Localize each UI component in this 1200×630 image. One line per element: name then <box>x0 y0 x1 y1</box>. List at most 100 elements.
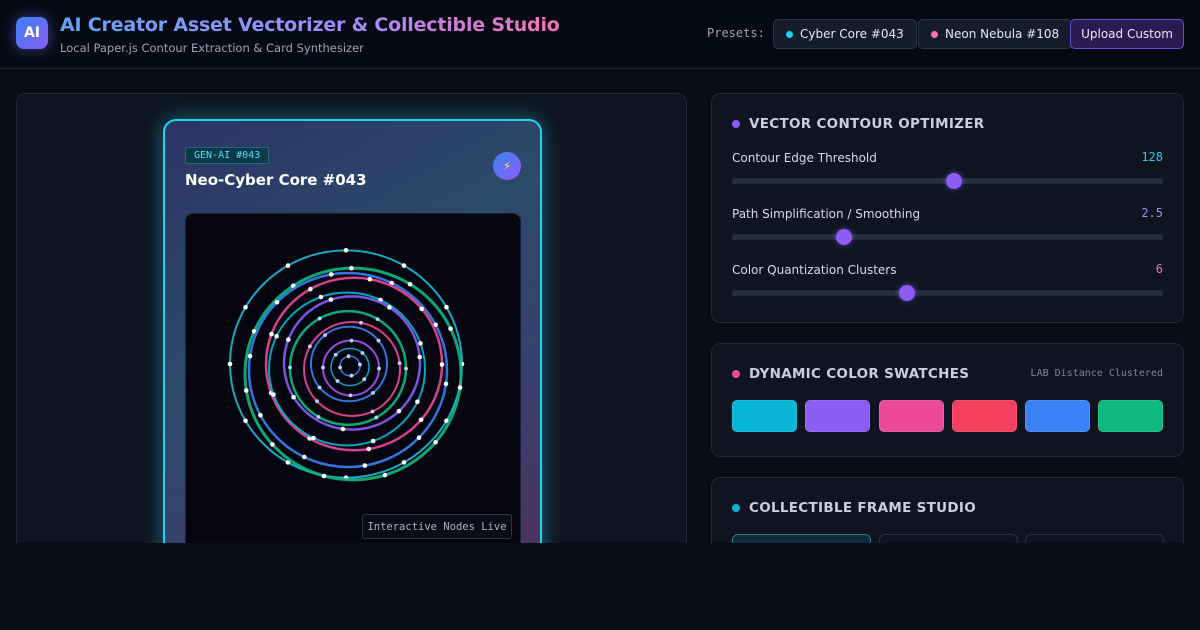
path-node[interactable] <box>343 248 349 253</box>
color-swatch[interactable] <box>1025 400 1090 432</box>
path-node[interactable] <box>335 379 340 383</box>
path-node[interactable] <box>243 304 248 310</box>
contour-threshold-slider[interactable] <box>732 173 1163 189</box>
path-node[interactable] <box>443 381 449 387</box>
path-node[interactable] <box>401 263 407 268</box>
path-node[interactable] <box>407 281 413 287</box>
path-node[interactable] <box>382 472 388 478</box>
slider-value: 6 <box>1155 262 1163 276</box>
path-node[interactable] <box>349 338 354 343</box>
color-swatch[interactable] <box>879 400 944 432</box>
path-node[interactable] <box>315 399 319 404</box>
path-node[interactable] <box>286 337 291 342</box>
path-node[interactable] <box>285 263 291 268</box>
panel-header: VECTOR CONTOUR OPTIMIZER <box>732 116 984 132</box>
path-node[interactable] <box>317 316 322 321</box>
path-node[interactable] <box>360 351 365 355</box>
path-node[interactable] <box>274 333 279 339</box>
path-node[interactable] <box>370 438 376 444</box>
viewport-cutoff <box>0 543 1200 630</box>
color-clusters-slider[interactable] <box>732 285 1163 301</box>
path-node[interactable] <box>349 265 354 271</box>
path-node[interactable] <box>375 317 380 321</box>
path-node[interactable] <box>318 294 324 300</box>
path-node[interactable] <box>270 442 275 447</box>
path-node[interactable] <box>349 373 354 378</box>
path-node[interactable] <box>340 426 346 432</box>
path-node[interactable] <box>448 326 453 331</box>
path-node[interactable] <box>358 362 362 367</box>
path-node[interactable] <box>227 361 233 367</box>
path-node[interactable] <box>328 297 334 302</box>
path-node[interactable] <box>371 391 375 395</box>
path-node[interactable] <box>417 354 422 360</box>
path-node[interactable] <box>288 365 292 370</box>
slider-thumb[interactable] <box>836 229 853 245</box>
path-node[interactable] <box>328 272 334 277</box>
path-node[interactable] <box>396 408 402 414</box>
slider-thumb[interactable] <box>945 173 962 189</box>
path-node[interactable] <box>366 446 372 452</box>
path-node[interactable] <box>374 415 379 420</box>
panel-dot <box>732 120 740 128</box>
path-smoothing-slider[interactable] <box>732 229 1163 245</box>
color-swatch[interactable] <box>805 400 870 432</box>
path-node[interactable] <box>274 300 280 305</box>
path-node[interactable] <box>333 352 338 357</box>
path-node[interactable] <box>419 306 424 312</box>
path-node[interactable] <box>291 394 296 400</box>
path-node[interactable] <box>321 365 325 370</box>
path-node[interactable] <box>243 418 248 424</box>
path-node[interactable] <box>308 344 312 349</box>
path-node[interactable] <box>258 412 263 418</box>
slider-value: 128 <box>1141 150 1163 164</box>
color-swatch[interactable] <box>732 400 797 432</box>
path-node[interactable] <box>387 305 392 310</box>
contour-path <box>268 291 426 447</box>
path-node[interactable] <box>346 354 351 359</box>
path-node[interactable] <box>376 338 381 343</box>
path-node[interactable] <box>348 393 353 398</box>
contour-art[interactable] <box>186 214 521 553</box>
path-node[interactable] <box>404 366 408 371</box>
path-node[interactable] <box>308 286 313 292</box>
path-node[interactable] <box>271 392 276 397</box>
path-node[interactable] <box>321 473 327 479</box>
path-node[interactable] <box>247 353 253 359</box>
path-node[interactable] <box>311 435 316 441</box>
path-node[interactable] <box>359 320 363 325</box>
live-nodes-tag: Interactive Nodes Live <box>362 514 512 539</box>
path-node[interactable] <box>457 385 463 390</box>
path-node[interactable] <box>269 331 274 337</box>
path-node[interactable] <box>317 385 322 390</box>
path-node[interactable] <box>302 454 307 460</box>
path-node[interactable] <box>367 276 373 282</box>
path-node[interactable] <box>416 435 422 440</box>
path-node[interactable] <box>397 361 402 365</box>
preset-cyber-core-button[interactable]: Cyber Core #043 <box>773 19 917 49</box>
path-node[interactable] <box>323 333 327 337</box>
slider-label: Path Simplification / Smoothing <box>732 207 921 221</box>
path-node[interactable] <box>433 439 438 445</box>
path-node[interactable] <box>377 366 381 371</box>
color-swatch[interactable] <box>952 400 1017 432</box>
path-node[interactable] <box>401 460 407 465</box>
path-node[interactable] <box>244 388 249 393</box>
path-node[interactable] <box>418 417 424 423</box>
path-node[interactable] <box>370 409 375 414</box>
panel-header: COLLECTIBLE FRAME STUDIO <box>732 500 976 516</box>
path-node[interactable] <box>444 304 449 310</box>
vector-canvas[interactable]: Interactive Nodes Live <box>185 213 521 553</box>
slider-value: 2.5 <box>1141 206 1163 220</box>
path-node[interactable] <box>439 362 445 367</box>
lightning-icon[interactable]: ⚡ <box>493 152 521 180</box>
path-node[interactable] <box>338 365 342 370</box>
color-swatch[interactable] <box>1098 400 1163 432</box>
path-node[interactable] <box>362 463 368 468</box>
path-node[interactable] <box>415 399 420 405</box>
preset-neon-nebula-button[interactable]: Neon Nebula #108 <box>918 19 1073 49</box>
upload-custom-button[interactable]: Upload Custom <box>1070 19 1184 49</box>
slider-thumb[interactable] <box>898 285 915 301</box>
path-node[interactable] <box>362 377 367 382</box>
path-node[interactable] <box>316 415 321 419</box>
